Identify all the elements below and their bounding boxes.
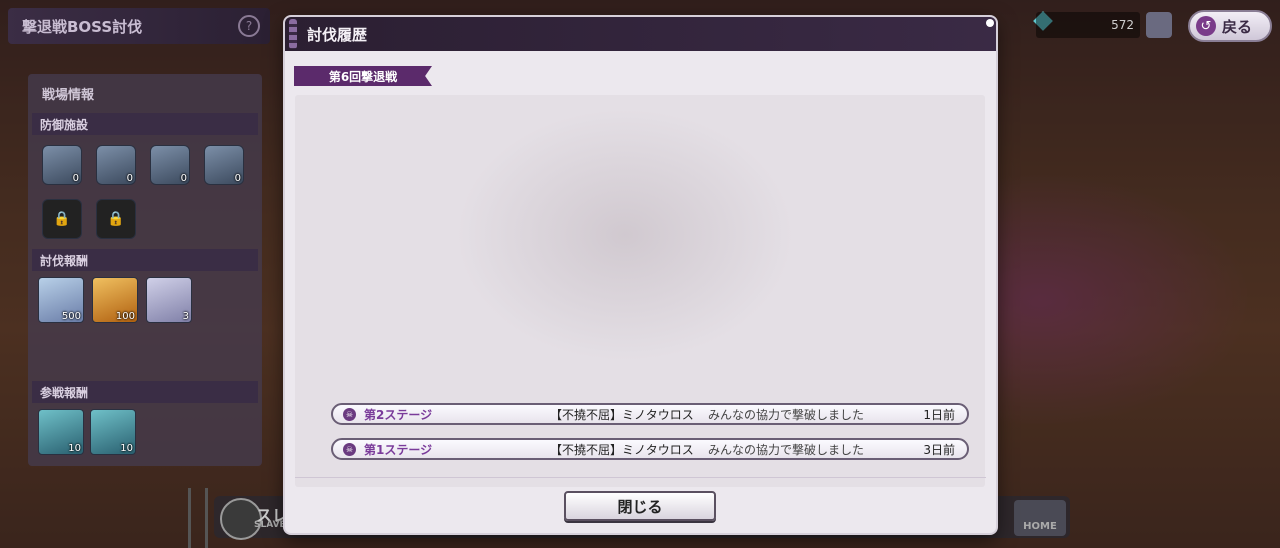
entry-boss: 【不撓不屈】ミノタウロス bbox=[550, 442, 694, 457]
home-label: HOME bbox=[1023, 521, 1057, 532]
currency-counter: 572 bbox=[1036, 12, 1140, 38]
dice-icon[interactable]: 0 bbox=[204, 145, 244, 185]
entry-message: みんなの協力で撃破しました bbox=[708, 407, 865, 422]
crystal-icon[interactable]: 500 bbox=[38, 277, 84, 323]
back-button[interactable]: ↺ 戻る bbox=[1188, 10, 1272, 42]
heart-shield-icon[interactable]: 0 bbox=[96, 145, 136, 185]
entry-message: みんなの協力で撃破しました bbox=[708, 442, 865, 457]
screen-header: 撃退戦BOSS討伐 ? bbox=[8, 8, 270, 44]
reward-section-title: 討伐報酬 bbox=[32, 249, 258, 271]
screen-title: 撃退戦BOSS討伐 bbox=[22, 17, 143, 36]
skull-icon: ☠ bbox=[343, 442, 356, 456]
history-entry[interactable]: ☠ 第2ステージ 【不撓不屈】ミノタウロス みんなの協力で撃破しました 1日前 bbox=[331, 403, 969, 425]
home-button[interactable]: HOME bbox=[1014, 500, 1066, 536]
defense-grid: 0 0 0 0 🔒 🔒 bbox=[28, 135, 262, 249]
history-content: ☠ 第2ステージ 【不撓不屈】ミノタウロス みんなの協力で撃破しました 1日前 … bbox=[295, 95, 985, 487]
modal-header: 討伐履歴 bbox=[285, 17, 996, 51]
modal-title: 討伐履歴 bbox=[307, 25, 368, 44]
shield-icon[interactable]: 0 bbox=[42, 145, 82, 185]
nav-slave-sub: SLAVE bbox=[254, 520, 286, 530]
entry-stage: 第2ステージ bbox=[364, 407, 433, 422]
horn-icon[interactable]: 0 bbox=[150, 145, 190, 185]
friend-icon[interactable] bbox=[1146, 12, 1172, 38]
divider bbox=[295, 477, 986, 478]
history-entry[interactable]: ☠ 第1ステージ 【不撓不屈】ミノタウロス みんなの協力で撃破しました 3日前 bbox=[331, 438, 969, 460]
skull-icon: ☠ bbox=[343, 407, 356, 421]
defense-section-title: 防御施設 bbox=[32, 113, 258, 135]
close-button[interactable]: 閉じる bbox=[564, 491, 716, 521]
lock-icon[interactable]: 🔒 bbox=[96, 199, 136, 239]
chain-decoration bbox=[188, 488, 208, 548]
battlefield-info-panel: 戦場情報 防御施設 0 0 0 0 🔒 🔒 討伐報酬 500 100 3 参戦報… bbox=[28, 74, 262, 466]
subjugation-history-modal: 討伐履歴 第6回撃退戦 ☠ 第2ステージ 【不撓不屈】ミノタウロス みんなの協力… bbox=[285, 17, 996, 533]
battle-ribbon: 第6回撃退戦 bbox=[294, 66, 432, 86]
lock-icon[interactable]: 🔒 bbox=[42, 199, 82, 239]
back-label: 戻る bbox=[1222, 17, 1253, 36]
tile-icon[interactable]: 10 bbox=[38, 409, 84, 455]
corner-decoration bbox=[986, 19, 994, 27]
back-arrow-icon: ↺ bbox=[1196, 16, 1216, 36]
entry-boss: 【不撓不屈】ミノタウロス bbox=[550, 407, 694, 422]
entry-time: 3日前 bbox=[923, 442, 955, 457]
panel-title: 戦場情報 bbox=[42, 88, 95, 103]
participation-grid: 10 10 bbox=[28, 403, 262, 461]
chain-icon bbox=[289, 19, 297, 49]
entry-stage: 第1ステージ bbox=[364, 442, 433, 457]
entry-time: 1日前 bbox=[923, 407, 955, 422]
reward-grid: 500 100 3 bbox=[28, 271, 262, 381]
participation-section-title: 参戦報酬 bbox=[32, 381, 258, 403]
currency-value: 572 bbox=[1111, 18, 1134, 32]
gold-ore-icon[interactable]: 100 bbox=[92, 277, 138, 323]
help-icon[interactable]: ? bbox=[238, 15, 260, 37]
crystal-shard-icon[interactable]: 10 bbox=[90, 409, 136, 455]
scroll-icon[interactable]: 3 bbox=[146, 277, 192, 323]
